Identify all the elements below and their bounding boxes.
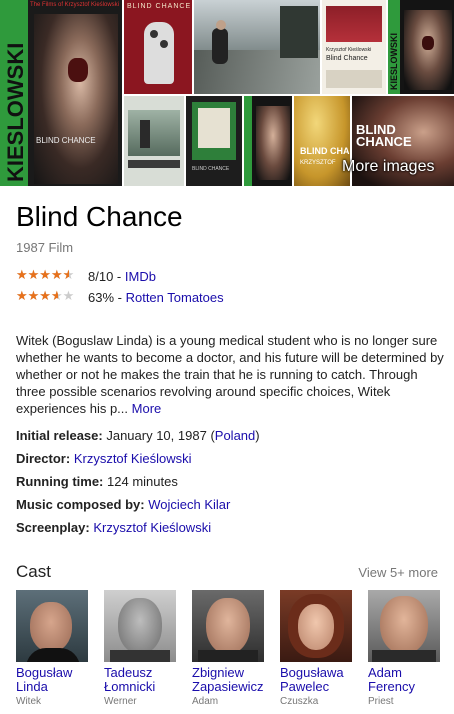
description-more-link[interactable]: More <box>132 401 162 416</box>
cast-card[interactable]: Zbigniew Zapasiewicz Adam <box>192 590 270 707</box>
image-strip: KIESLOWSKI The Films of Krzysztof Kieślo… <box>0 0 454 186</box>
rating-separator: - <box>113 269 125 284</box>
cast-name-link[interactable]: Bogusław Linda <box>16 666 94 694</box>
cast-photo[interactable] <box>280 590 352 662</box>
rating-row-rotten-tomatoes: ★★★★★ ★★★★★ 63% - Rotten Tomatoes <box>16 288 224 305</box>
rating-source-link[interactable]: IMDb <box>125 269 156 284</box>
poster-image-2[interactable]: BLIND CHANCE <box>124 0 192 94</box>
fact-paren-close: ) <box>255 428 260 443</box>
cast-name-link[interactable]: Tadeusz Łomnicki <box>104 666 182 694</box>
cast-card[interactable]: Adam Ferency Priest <box>368 590 446 707</box>
cast-photo[interactable] <box>104 590 176 662</box>
cast-role: Priest <box>368 696 394 707</box>
more-images-link[interactable]: More images <box>342 158 434 176</box>
page-title: Blind Chance <box>16 201 183 232</box>
fact-screenplay: Screenplay: Krzysztof Kieślowski <box>16 519 260 542</box>
cast-heading: Cast <box>16 562 51 581</box>
poster-image-5[interactable]: KIESLOWSKI <box>388 0 454 94</box>
poster-image-1[interactable]: KIESLOWSKI The Films of Krzysztof Kieślo… <box>0 0 122 186</box>
star-rating-fill: ★★★★★ <box>16 288 58 303</box>
rating-separator: - <box>114 290 126 305</box>
poster-vertical-title: KIESLOWSKI <box>3 42 28 182</box>
cast-card[interactable]: Tadeusz Łomnicki Werner <box>104 590 182 707</box>
poster-vertical-title-5: KIESLOWSKI <box>389 32 399 90</box>
thumb-title-text-4: BLIND CHANCE <box>300 146 350 156</box>
fact-initial-release: Initial release: January 10, 1987 (Polan… <box>16 427 260 450</box>
fact-music: Music composed by: Wojciech Kilar <box>16 496 260 519</box>
fact-running-time: Running time: 124 minutes <box>16 473 260 496</box>
thumb-image-3[interactable] <box>244 96 292 186</box>
cast-name-link[interactable]: Adam Ferency <box>368 666 446 694</box>
fact-screenplay-link[interactable]: Krzysztof Kieślowski <box>93 520 211 535</box>
fact-director: Director: Krzysztof Kieślowski <box>16 450 260 473</box>
facts-list: Initial release: January 10, 1987 (Polan… <box>16 427 260 542</box>
fact-label: Initial release: <box>16 428 103 443</box>
thumb-director-text-4: KRZYSZTOF <box>300 160 336 166</box>
fact-value: January 10, 1987 <box>106 428 207 443</box>
poster-title-text-4: Blind Chance <box>326 55 368 62</box>
description: Witek (Boguslaw Linda) is a young medica… <box>16 332 444 417</box>
cast-role: Werner <box>104 696 137 707</box>
star-rating-fill: ★★★★★ <box>16 267 69 282</box>
rating-row-imdb: ★★★★★ ★★★★★ 8/10 - IMDb <box>16 267 156 284</box>
thumb-image-1[interactable] <box>124 96 184 186</box>
fact-value: 124 minutes <box>107 474 178 489</box>
thumb-image-2[interactable]: BLIND CHANCE <box>186 96 242 186</box>
cast-name-link[interactable]: Zbigniew Zapasiewicz <box>192 666 270 694</box>
poster-title-text: BLIND CHANCE <box>36 136 96 145</box>
cast-photo[interactable] <box>368 590 440 662</box>
fact-label: Director: <box>16 451 71 466</box>
rating-score: 8/10 <box>88 269 114 284</box>
fact-label: Screenplay: <box>16 520 90 535</box>
description-text: Witek (Boguslaw Linda) is a young medica… <box>16 333 444 416</box>
rating-score: 63% <box>88 290 115 305</box>
fact-director-link[interactable]: Krzysztof Kieślowski <box>74 451 192 466</box>
star-rating: ★★★★★ ★★★★★ <box>16 267 75 282</box>
thumb-title-text-5: BLIND CHANCE <box>356 122 412 149</box>
cast-role: Witek <box>16 696 41 707</box>
cast-view-more-link[interactable]: View 5+ more <box>358 565 438 580</box>
thumb-title-text-2: BLIND CHANCE <box>192 166 230 172</box>
cast-name-link[interactable]: Bogusława Pawelec <box>280 666 358 694</box>
cast-photo[interactable] <box>16 590 88 662</box>
rating-source-link[interactable]: Rotten Tomatoes <box>126 290 224 305</box>
star-rating: ★★★★★ ★★★★★ <box>16 288 75 303</box>
poster-image-4[interactable]: Krzysztof Kieślowski Blind Chance <box>322 0 386 94</box>
cast-role: Czuszka <box>280 696 319 707</box>
cast-photo[interactable] <box>192 590 264 662</box>
fact-country-link[interactable]: Poland <box>215 428 255 443</box>
poster-image-3[interactable] <box>194 0 320 94</box>
cast-role: Adam <box>192 696 219 707</box>
cast-card[interactable]: Bogusława Pawelec Czuszka <box>280 590 358 707</box>
page-subtitle: 1987 Film <box>16 240 74 255</box>
poster-title-text-2: BLIND CHANCE <box>127 3 192 10</box>
poster-series-text: The Films of Krzysztof Kieślowski <box>30 2 120 8</box>
fact-label: Music composed by: <box>16 497 145 512</box>
poster-director-text: Krzysztof Kieślowski <box>326 47 372 53</box>
fact-label: Running time: <box>16 474 104 489</box>
cast-card[interactable]: Bogusław Linda Witek <box>16 590 94 707</box>
fact-music-link[interactable]: Wojciech Kilar <box>148 497 230 512</box>
